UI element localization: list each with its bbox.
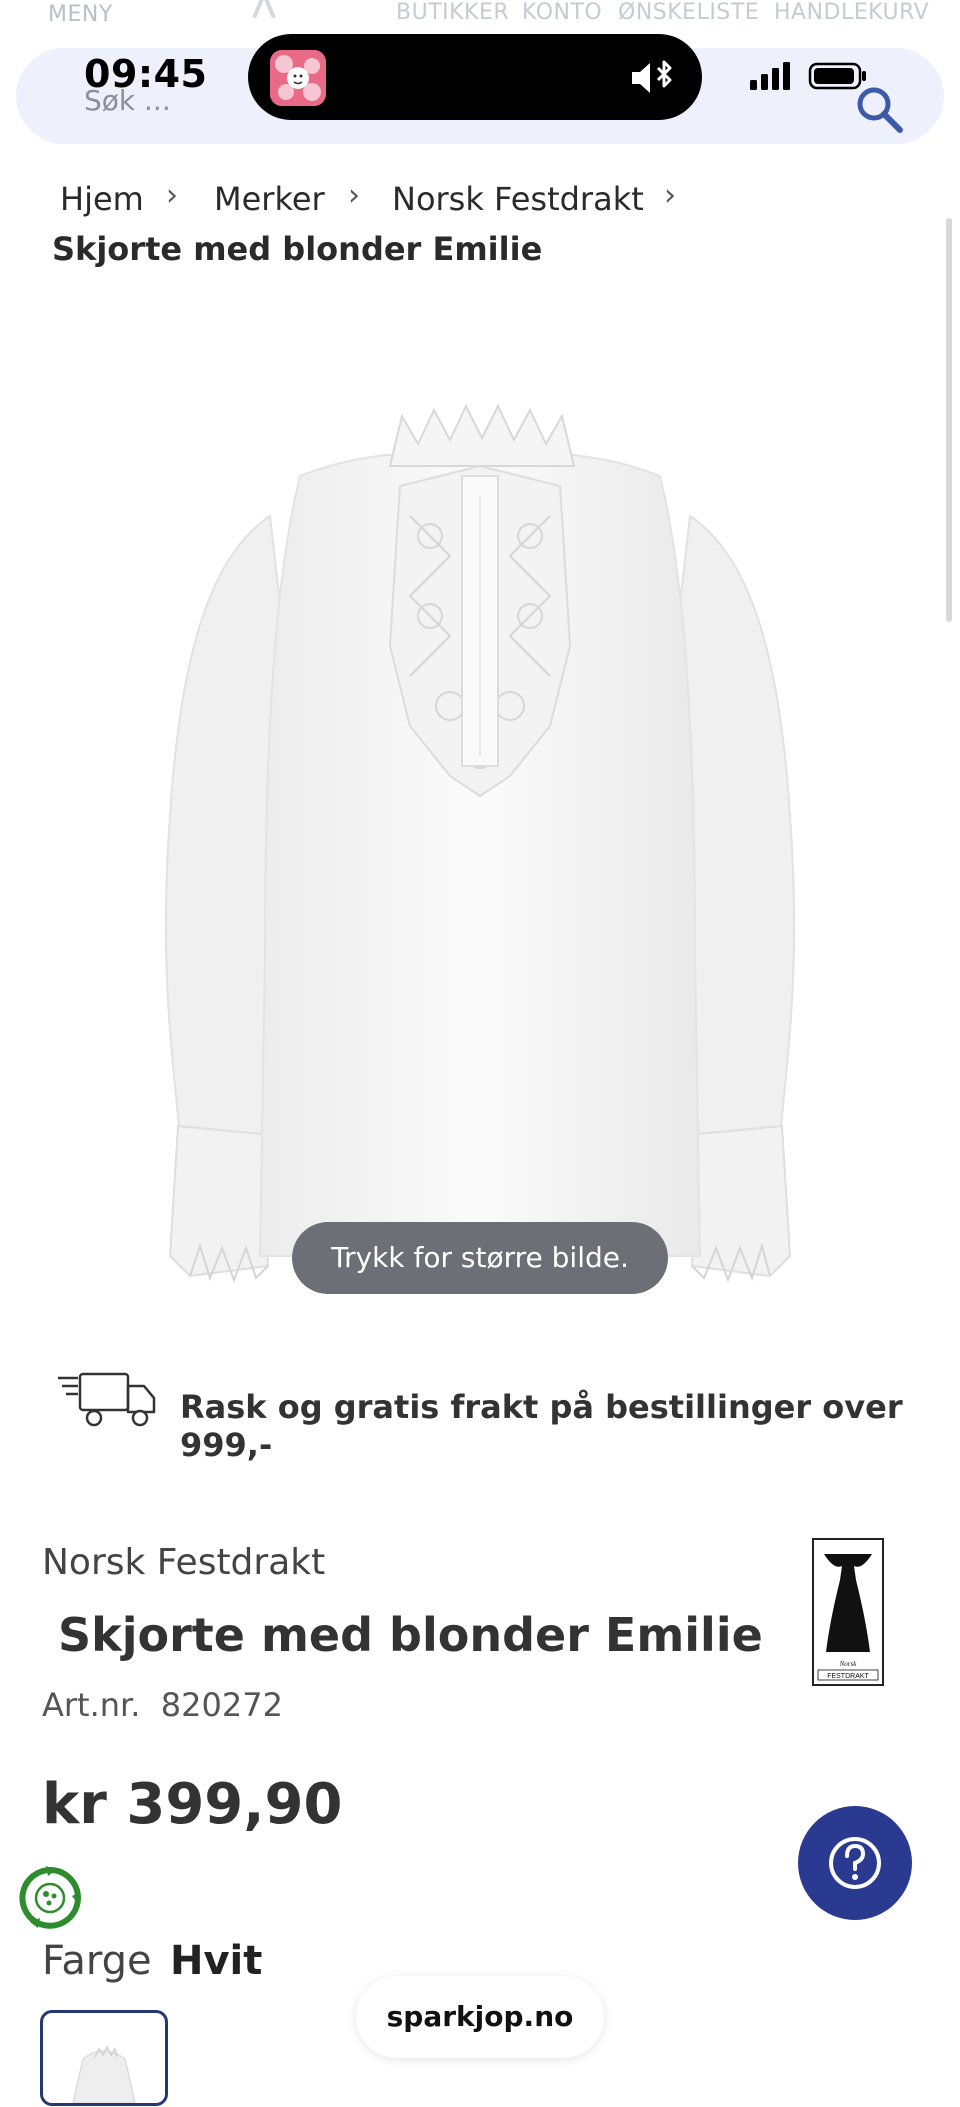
- help-icon: [829, 1837, 881, 1889]
- nav-link-handlekurv[interactable]: HANDLEKURV: [774, 0, 929, 25]
- breadcrumb-merker[interactable]: Merker: [214, 180, 325, 218]
- product-image[interactable]: [150, 396, 810, 1296]
- product-price: kr 399,90: [42, 1772, 343, 1837]
- swatch-thumbnail: [72, 2045, 136, 2104]
- article-number: Art.nr. 820272: [42, 1686, 283, 1724]
- app-icon: [270, 50, 326, 106]
- product-title: Skjorte med blonder Emilie: [58, 1608, 763, 1662]
- chevron-right-icon: ›: [348, 178, 360, 213]
- truck-icon: [58, 1372, 156, 1427]
- color-value: Hvit: [170, 1938, 263, 1984]
- status-time: 09:45: [84, 52, 208, 96]
- menu-link[interactable]: MENY: [48, 2, 113, 27]
- nav-link-konto[interactable]: KONTO: [522, 0, 602, 25]
- eco-badge-icon[interactable]: [16, 1864, 84, 1932]
- color-label: Farge: [42, 1938, 152, 1984]
- nav-link-butikker[interactable]: BUTIKKER: [396, 0, 509, 25]
- store-logo[interactable]: [236, 0, 292, 18]
- brand-name[interactable]: Norsk Festdrakt: [42, 1542, 325, 1583]
- nav-link-onskeliste[interactable]: ØNSKELISTE: [618, 0, 759, 25]
- breadcrumb-home[interactable]: Hjem: [60, 180, 144, 218]
- shipping-info: Rask og gratis frakt på bestillinger ove…: [180, 1388, 903, 1464]
- brand-logo-text: FESTDRAKT: [827, 1673, 869, 1680]
- speaker-icon: [632, 60, 672, 93]
- breadcrumb-current: Skjorte med blonder Emilie: [52, 230, 543, 268]
- site-domain-pill[interactable]: sparkjop.no: [356, 1976, 604, 2058]
- breadcrumb-brand[interactable]: Norsk Festdrakt: [392, 180, 644, 218]
- chevron-right-icon: ›: [664, 178, 676, 213]
- brand-logo[interactable]: Norsk FESTDRAKT: [812, 1538, 884, 1686]
- scrollbar[interactable]: [946, 218, 952, 622]
- help-button[interactable]: [798, 1806, 912, 1920]
- article-number-label: Art.nr.: [42, 1686, 141, 1724]
- article-number-value: 820272: [160, 1686, 283, 1724]
- chevron-right-icon: ›: [166, 178, 178, 213]
- brand-logo-script: Norsk: [839, 1660, 858, 1668]
- battery-icon: [808, 62, 866, 90]
- cell-signal-icon: [750, 62, 790, 90]
- top-nav: MENY BUTIKKER KONTO ØNSKELISTE HANDLEKUR…: [0, 0, 960, 30]
- zoom-hint[interactable]: Trykk for større bilde.: [292, 1222, 668, 1294]
- color-swatch-selected[interactable]: [40, 2010, 168, 2106]
